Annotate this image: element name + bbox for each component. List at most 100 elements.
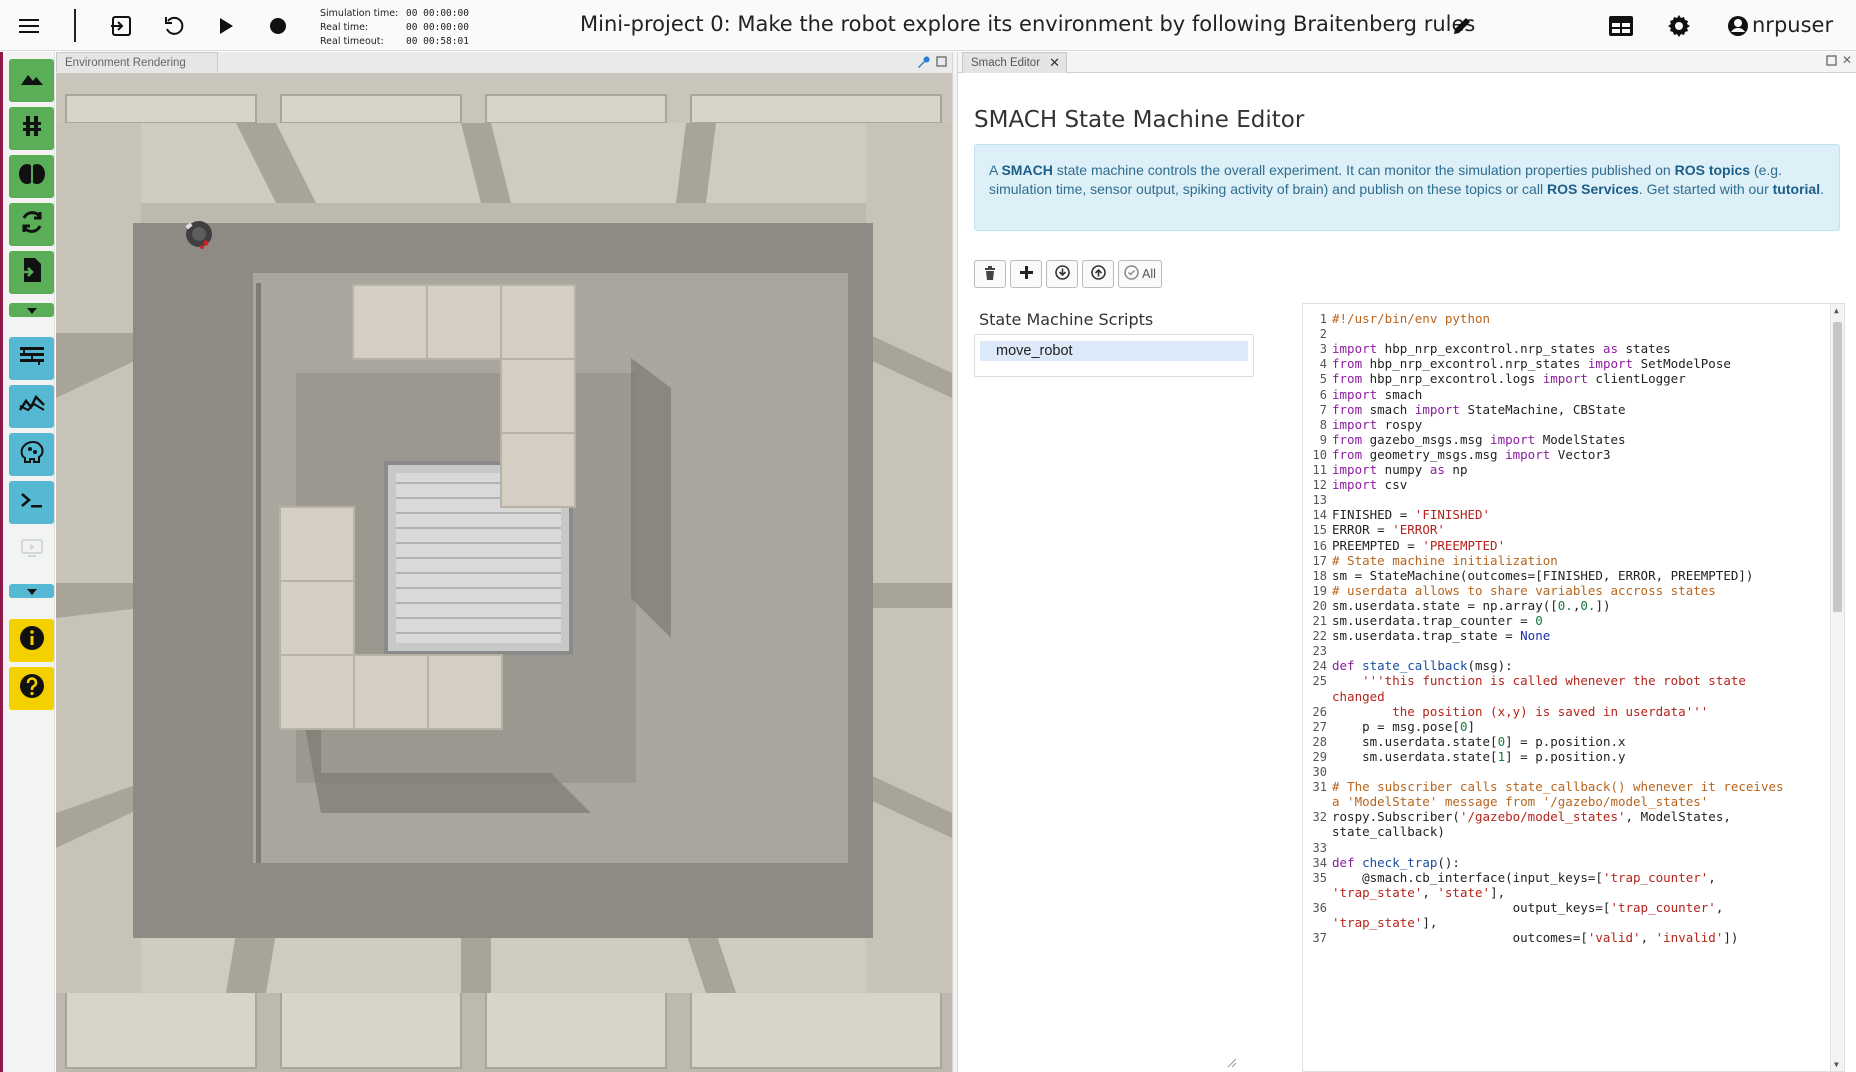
spike-train-button[interactable]	[9, 337, 54, 380]
terminal-icon	[20, 491, 44, 514]
smach-toolbar: All	[974, 260, 1162, 288]
check-circle-icon	[1124, 265, 1139, 283]
environment-tab[interactable]: Environment Rendering	[56, 52, 218, 72]
account-icon[interactable]	[1723, 11, 1753, 41]
transfer-function-button[interactable]	[9, 203, 54, 246]
layout-icon[interactable]	[1606, 11, 1636, 41]
real-time-value: 00 00:00:00	[406, 22, 469, 33]
3d-viewport[interactable]	[56, 73, 952, 1072]
object-library-button[interactable]	[9, 107, 54, 150]
toolbar-separator	[74, 9, 76, 42]
save-all-label: All	[1142, 267, 1156, 281]
collapse-toggle[interactable]	[9, 303, 54, 317]
top-bar: Simulation time: 00 00:00:00 Real time: 00…	[0, 0, 1856, 51]
environment-button[interactable]	[9, 59, 54, 102]
scrollbar-thumb[interactable]	[1833, 322, 1842, 612]
maximize-icon[interactable]	[1826, 54, 1837, 69]
chevron-down-icon	[26, 301, 37, 319]
info-text: state machine controls the overall exper…	[1052, 162, 1675, 178]
line-number: 36	[1312, 900, 1327, 915]
video-stream-button[interactable]	[9, 529, 54, 572]
scroll-down-icon[interactable]: ▼	[1834, 1060, 1839, 1069]
tutorial-link[interactable]: tutorial	[1773, 181, 1820, 197]
line-number-gutter: 1 2 3 4 5 6 7 8 9 10 11 12 13 14 15 16 17 18 19 20 21 22 23 24 2…	[1303, 304, 1329, 1071]
scripts-heading: State Machine Scripts	[979, 310, 1154, 329]
object-library-icon	[20, 114, 44, 143]
exit-icon[interactable]	[106, 11, 136, 41]
collapse-toggle-2[interactable]	[9, 584, 54, 598]
transfer-function-icon	[19, 209, 45, 240]
scripts-list: move_robot	[974, 334, 1254, 377]
line-number: 31	[1312, 780, 1327, 795]
maximize-icon[interactable]	[936, 55, 947, 70]
sidebar	[0, 52, 55, 1072]
environment-panel: Environment Rendering	[56, 52, 952, 1072]
state-machine-button[interactable]	[9, 251, 54, 294]
info-button[interactable]	[9, 619, 54, 662]
code-area[interactable]: #!/usr/bin/env python import hbp_nrp_exco…	[1330, 304, 1830, 1071]
play-icon[interactable]	[211, 11, 241, 41]
plot-button[interactable]	[9, 385, 54, 428]
simulation-times: Simulation time: 00 00:00:00 Real time: 00…	[320, 7, 469, 49]
code-line[interactable]: import csv	[1332, 476, 1812, 494]
code-line[interactable]: sm.userdata.trap_state = None	[1332, 627, 1812, 645]
code-line[interactable]: state_callback)	[1332, 823, 1812, 841]
chevron-down-icon	[26, 582, 37, 600]
upload-button[interactable]	[1082, 260, 1114, 288]
tab-label: Smach Editor	[971, 57, 1041, 69]
code-line[interactable]: #!/usr/bin/env python	[1332, 310, 1812, 328]
experiment-title: Mini-project 0: Make the robot explore i…	[580, 12, 1476, 36]
line-number: 37	[1312, 931, 1327, 946]
code-editor[interactable]: 1 2 3 4 5 6 7 8 9 10 11 12 13 14 15 16 17 18 19 20 21 22 23 24 2…	[1302, 303, 1845, 1072]
upload-icon	[1090, 265, 1106, 283]
smach-editor-panel: Smach Editor ✕ ✕ SMACH State Machine Edi…	[958, 52, 1856, 1072]
menu-icon[interactable]	[14, 11, 44, 41]
download-icon	[1054, 265, 1070, 283]
brain-icon	[18, 162, 46, 191]
arena-render[interactable]	[56, 73, 952, 1072]
trash-icon	[984, 265, 996, 283]
reset-icon[interactable]	[159, 11, 189, 41]
video-stream-icon	[20, 538, 44, 563]
smach-tab-bar: Smach Editor ✕ ✕	[958, 52, 1856, 73]
list-item[interactable]: move_robot	[980, 341, 1248, 361]
brain-editor-button[interactable]	[9, 155, 54, 198]
ros-topics-link[interactable]: ROS topics	[1675, 162, 1750, 178]
help-icon	[19, 673, 45, 704]
settings-icon[interactable]	[1664, 11, 1694, 41]
code-line[interactable]: sm.userdata.state[1] = p.position.y	[1332, 748, 1812, 766]
plot-icon	[18, 394, 45, 419]
add-button[interactable]	[1010, 260, 1042, 288]
line-number: 35	[1312, 870, 1327, 885]
vertical-scrollbar[interactable]: ▲ ▼	[1830, 304, 1844, 1071]
resize-handle-icon[interactable]	[1225, 1055, 1237, 1068]
smach-link[interactable]: SMACH	[1001, 162, 1052, 178]
close-icon[interactable]: ✕	[1049, 55, 1060, 71]
timeout-value: 00 00:58:01	[406, 36, 469, 47]
brain-visualizer-button[interactable]	[9, 433, 54, 476]
download-button[interactable]	[1046, 260, 1078, 288]
close-panel-icon[interactable]: ✕	[1842, 53, 1852, 67]
scroll-up-icon[interactable]: ▲	[1834, 306, 1839, 315]
wrench-icon[interactable]	[916, 55, 930, 72]
real-time-label: Real time:	[320, 22, 369, 33]
sim-time-value: 00 00:00:00	[406, 8, 469, 19]
record-icon[interactable]	[263, 11, 293, 41]
line-number: 25	[1312, 674, 1327, 689]
edit-icon[interactable]	[1447, 11, 1477, 41]
plus-icon	[1019, 266, 1033, 282]
save-all-button[interactable]: All	[1118, 260, 1162, 288]
info-box: A SMACH state machine controls the overa…	[974, 144, 1840, 231]
ros-services-link[interactable]: ROS Services	[1547, 181, 1639, 197]
delete-button[interactable]	[974, 260, 1006, 288]
code-line[interactable]: outcomes=['valid', 'invalid'])	[1332, 929, 1812, 947]
info-text: A	[989, 162, 1002, 178]
environment-icon	[20, 68, 44, 93]
timeout-label: Real timeout:	[320, 36, 384, 47]
username[interactable]: nrpuser	[1752, 13, 1833, 37]
terminal-button[interactable]	[9, 481, 54, 524]
tab-smach-editor[interactable]: Smach Editor ✕	[962, 52, 1067, 73]
spike-train-icon	[19, 345, 45, 372]
help-button[interactable]	[9, 667, 54, 710]
sim-time-label: Simulation time:	[320, 8, 399, 19]
